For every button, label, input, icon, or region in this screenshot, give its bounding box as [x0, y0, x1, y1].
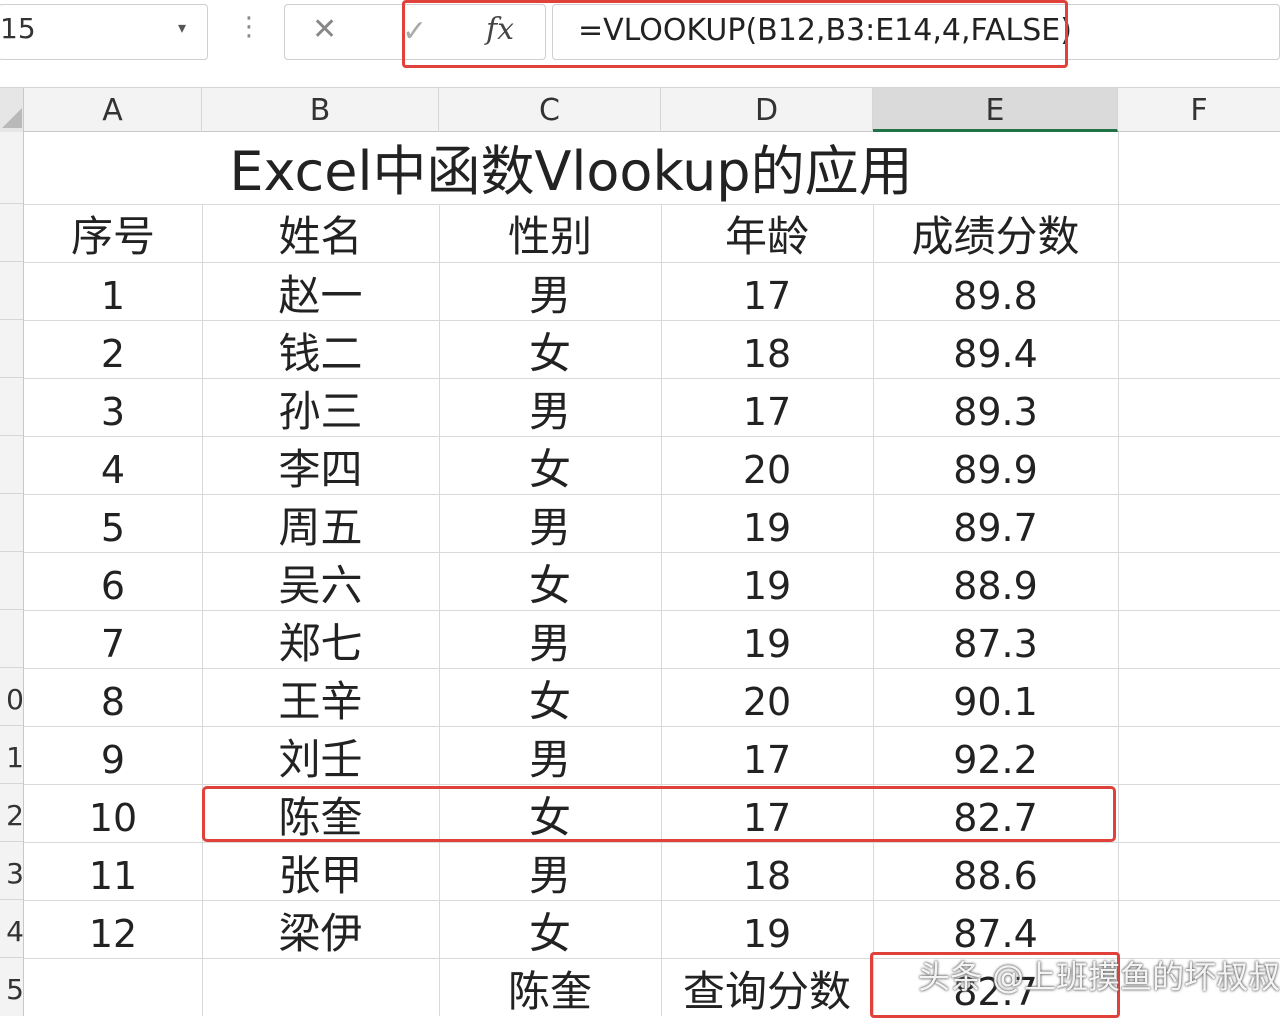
seq-cell[interactable]: 1	[24, 264, 202, 322]
age-cell[interactable]: 17	[661, 380, 873, 438]
gender-cell[interactable]: 女	[439, 902, 661, 960]
name-cell[interactable]: 赵一	[202, 264, 439, 322]
header-cell[interactable]: 成绩分数	[873, 206, 1118, 264]
age-cell[interactable]: 17	[661, 728, 873, 786]
column-header-f[interactable]: F	[1118, 88, 1280, 132]
age-cell[interactable]: 18	[661, 322, 873, 380]
score-cell[interactable]: 89.8	[873, 264, 1118, 322]
row-header[interactable]	[0, 320, 23, 378]
seq-cell[interactable]: 3	[24, 380, 202, 438]
name-cell[interactable]: 刘壬	[202, 728, 439, 786]
header-cell[interactable]: 性别	[439, 206, 661, 264]
row-header[interactable]	[0, 132, 23, 204]
name-cell[interactable]: 王辛	[202, 670, 439, 728]
gender-cell[interactable]: 女	[439, 670, 661, 728]
age-cell[interactable]: 17	[661, 264, 873, 322]
sheet-title[interactable]: Excel中函数Vlookup的应用	[24, 134, 1118, 206]
row-header[interactable]: 3	[0, 842, 23, 900]
seq-cell[interactable]: 5	[24, 496, 202, 554]
age-cell[interactable]: 19	[661, 554, 873, 612]
age-cell[interactable]: 19	[661, 496, 873, 554]
row-header[interactable]	[0, 494, 23, 552]
gender-cell[interactable]: 男	[439, 264, 661, 322]
gender-cell[interactable]: 男	[439, 496, 661, 554]
score-cell[interactable]: 89.9	[873, 438, 1118, 496]
row-headers: 0 1 2 3 4 5	[0, 132, 24, 1016]
age-cell[interactable]: 19	[661, 902, 873, 960]
row-header[interactable]: 2	[0, 784, 23, 842]
seq-cell[interactable]: 12	[24, 902, 202, 960]
seq-cell[interactable]: 11	[24, 844, 202, 902]
age-cell[interactable]: 20	[661, 670, 873, 728]
chevron-down-icon[interactable]: ▾	[178, 18, 186, 37]
gender-cell[interactable]: 男	[439, 728, 661, 786]
score-cell[interactable]: 90.1	[873, 670, 1118, 728]
gender-cell[interactable]: 男	[439, 380, 661, 438]
score-cell[interactable]: 89.3	[873, 380, 1118, 438]
row-header[interactable]: 5	[0, 958, 23, 1016]
name-cell[interactable]: 梁伊	[202, 902, 439, 960]
row-header[interactable]	[0, 436, 23, 494]
watermark: 头条 @上班摸鱼的坏叔叔	[918, 958, 1280, 996]
seq-cell[interactable]: 2	[24, 322, 202, 380]
row-header[interactable]	[0, 552, 23, 610]
more-icon[interactable]: ⋮	[236, 14, 262, 40]
seq-cell[interactable]: 10	[24, 786, 202, 844]
score-cell[interactable]: 89.4	[873, 322, 1118, 380]
age-cell[interactable]: 20	[661, 438, 873, 496]
column-headers: A B C D E F	[0, 88, 1280, 132]
seq-cell[interactable]: 9	[24, 728, 202, 786]
lookup-label-cell[interactable]: 查询分数	[661, 960, 873, 1018]
name-cell[interactable]: 周五	[202, 496, 439, 554]
gender-cell[interactable]: 女	[439, 322, 661, 380]
score-cell[interactable]: 87.3	[873, 612, 1118, 670]
gender-cell[interactable]: 女	[439, 438, 661, 496]
row-header[interactable]	[0, 610, 23, 668]
score-cell[interactable]: 89.7	[873, 496, 1118, 554]
row-header[interactable]	[0, 378, 23, 436]
name-cell[interactable]: 张甲	[202, 844, 439, 902]
age-cell[interactable]: 19	[661, 612, 873, 670]
row-header[interactable]: 4	[0, 900, 23, 958]
row-header[interactable]: 0	[0, 668, 23, 726]
score-cell[interactable]: 92.2	[873, 728, 1118, 786]
formula-highlight-box	[402, 0, 1068, 68]
column-header-b[interactable]: B	[202, 88, 439, 132]
row-header[interactable]	[0, 262, 23, 320]
matched-row-highlight	[202, 786, 1116, 842]
name-cell[interactable]: 孙三	[202, 380, 439, 438]
name-box-value: 15	[0, 12, 36, 45]
gender-cell[interactable]: 女	[439, 554, 661, 612]
name-cell[interactable]: 钱二	[202, 322, 439, 380]
header-cell[interactable]: 序号	[24, 206, 202, 264]
column-header-c[interactable]: C	[439, 88, 661, 132]
seq-cell[interactable]: 7	[24, 612, 202, 670]
name-cell[interactable]: 郑七	[202, 612, 439, 670]
name-cell[interactable]: 李四	[202, 438, 439, 496]
cancel-icon[interactable]: ✕	[312, 12, 337, 47]
header-cell[interactable]: 姓名	[202, 206, 439, 264]
age-cell[interactable]: 18	[661, 844, 873, 902]
lookup-name-cell[interactable]: 陈奎	[439, 960, 661, 1018]
score-cell[interactable]: 88.6	[873, 844, 1118, 902]
gender-cell[interactable]: 男	[439, 844, 661, 902]
gender-cell[interactable]: 男	[439, 612, 661, 670]
seq-cell[interactable]: 6	[24, 554, 202, 612]
seq-cell[interactable]: 8	[24, 670, 202, 728]
formula-bar: 15 ▾ ⋮ ✕ ✓ fx =VLOOKUP(B12,B3:E14,4,FALS…	[0, 0, 1280, 88]
row-header[interactable]	[0, 204, 23, 262]
select-all-button[interactable]	[0, 88, 24, 132]
seq-cell[interactable]: 4	[24, 438, 202, 496]
row-header[interactable]: 1	[0, 726, 23, 784]
column-header-a[interactable]: A	[24, 88, 202, 132]
score-cell[interactable]: 88.9	[873, 554, 1118, 612]
column-header-e[interactable]: E	[873, 88, 1118, 132]
column-header-d[interactable]: D	[661, 88, 873, 132]
header-cell[interactable]: 年龄	[661, 206, 873, 264]
name-cell[interactable]: 吴六	[202, 554, 439, 612]
